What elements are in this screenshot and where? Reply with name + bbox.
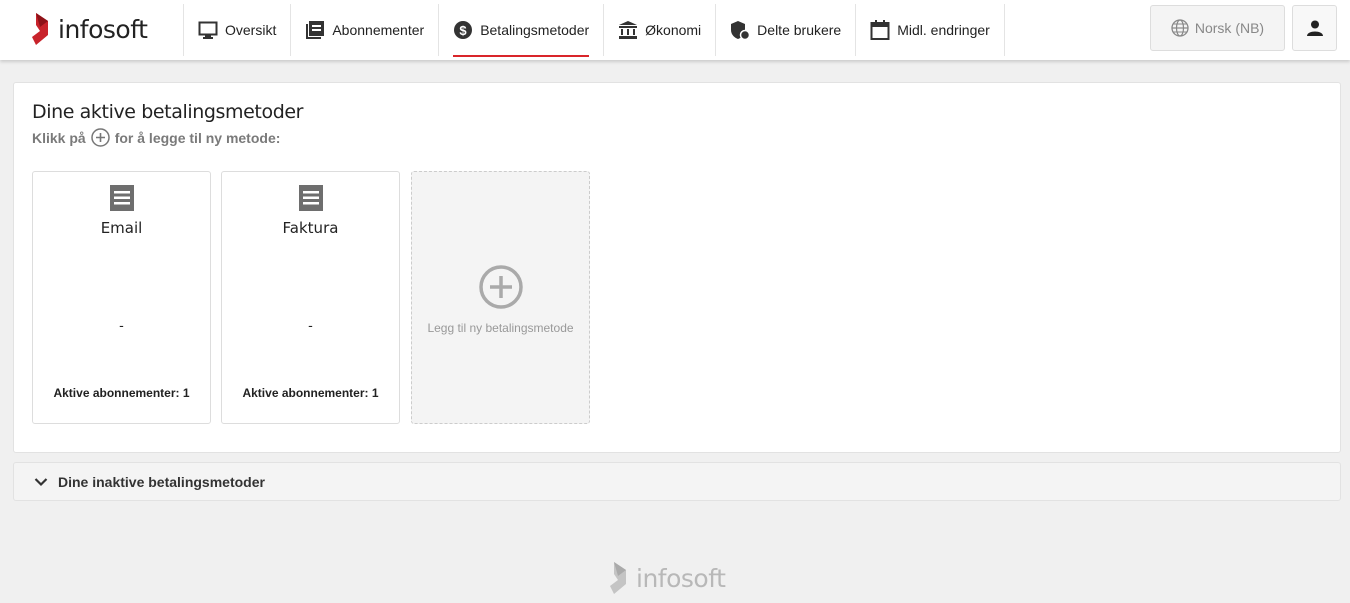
dollar-icon: $	[453, 20, 473, 40]
inactive-methods-toggle[interactable]: Dine inaktive betalingsmetoder	[13, 462, 1341, 501]
card-name: Faktura	[282, 219, 339, 237]
nav-label: Oversikt	[225, 22, 277, 38]
receipt-icon	[299, 185, 323, 211]
plus-circle-icon	[90, 128, 110, 147]
nav-delte-brukere[interactable]: Delte brukere	[715, 4, 855, 56]
add-label: Legg til ny betalingsmetode	[427, 321, 574, 335]
top-bar: infosoft Oversikt Abonnementer $ Betaling…	[0, 0, 1350, 60]
logo-mark-icon	[32, 13, 48, 45]
receipt-icon	[110, 185, 134, 211]
card-subscriptions: Aktive abonnementer: 1	[53, 386, 190, 400]
payment-card-email[interactable]: Email - Aktive abonnementer: 1	[32, 171, 211, 424]
globe-icon	[1171, 19, 1189, 37]
card-subscriptions: Aktive abonnementer: 1	[242, 386, 379, 400]
nav-label: Betalingsmetoder	[480, 22, 590, 38]
page-title: Dine aktive betalingsmetoder	[32, 101, 304, 123]
monitor-icon	[198, 20, 218, 40]
instruction: Klikk på for å legge til ny metode:	[32, 128, 280, 147]
card-name: Email	[100, 219, 143, 237]
chevron-down-icon	[34, 477, 48, 486]
nav-abonnementer[interactable]: Abonnementer	[290, 4, 438, 56]
payment-card-faktura[interactable]: Faktura - Aktive abonnementer: 1	[221, 171, 400, 424]
nav-oversikt[interactable]: Oversikt	[183, 4, 290, 56]
user-button[interactable]	[1292, 5, 1337, 51]
instruction-text: for å legge til ny metode:	[114, 129, 281, 146]
list-icon	[305, 20, 325, 40]
logo[interactable]: infosoft	[32, 13, 148, 45]
bank-icon	[618, 20, 638, 40]
language-button[interactable]: Norsk (NB)	[1150, 5, 1285, 51]
footer-logo: infosoft	[610, 558, 726, 598]
plus-circle-icon	[479, 265, 523, 309]
nav-betalingsmetoder[interactable]: $ Betalingsmetoder	[438, 4, 603, 57]
add-payment-method-button[interactable]: Legg til ny betalingsmetode	[411, 171, 590, 424]
footer-logo-text: infosoft	[636, 563, 726, 593]
nav-label: Økonomi	[645, 22, 702, 38]
calendar-icon	[870, 20, 890, 40]
user-icon	[1306, 20, 1323, 36]
svg-text:$: $	[460, 23, 468, 38]
main-nav: Oversikt Abonnementer $ Betalingsmetoder …	[183, 4, 1005, 57]
shield-user-icon	[730, 20, 751, 40]
nav-label: Delte brukere	[757, 22, 842, 38]
nav-midl-endringer[interactable]: Midl. endringer	[855, 4, 1005, 56]
inactive-title: Dine inaktive betalingsmetoder	[58, 473, 265, 490]
card-detail: -	[308, 317, 313, 333]
language-label: Norsk (NB)	[1194, 20, 1265, 36]
nav-label: Midl. endringer	[897, 22, 990, 38]
instruction-text: Klikk på	[32, 129, 86, 146]
logo-mark-icon	[610, 562, 626, 594]
card-detail: -	[119, 317, 124, 333]
nav-okonomi[interactable]: Økonomi	[603, 4, 715, 56]
active-methods-panel: Dine aktive betalingsmetoder Klikk på for…	[13, 82, 1341, 453]
nav-label: Abonnementer	[332, 22, 425, 38]
logo-text: infosoft	[58, 14, 148, 44]
